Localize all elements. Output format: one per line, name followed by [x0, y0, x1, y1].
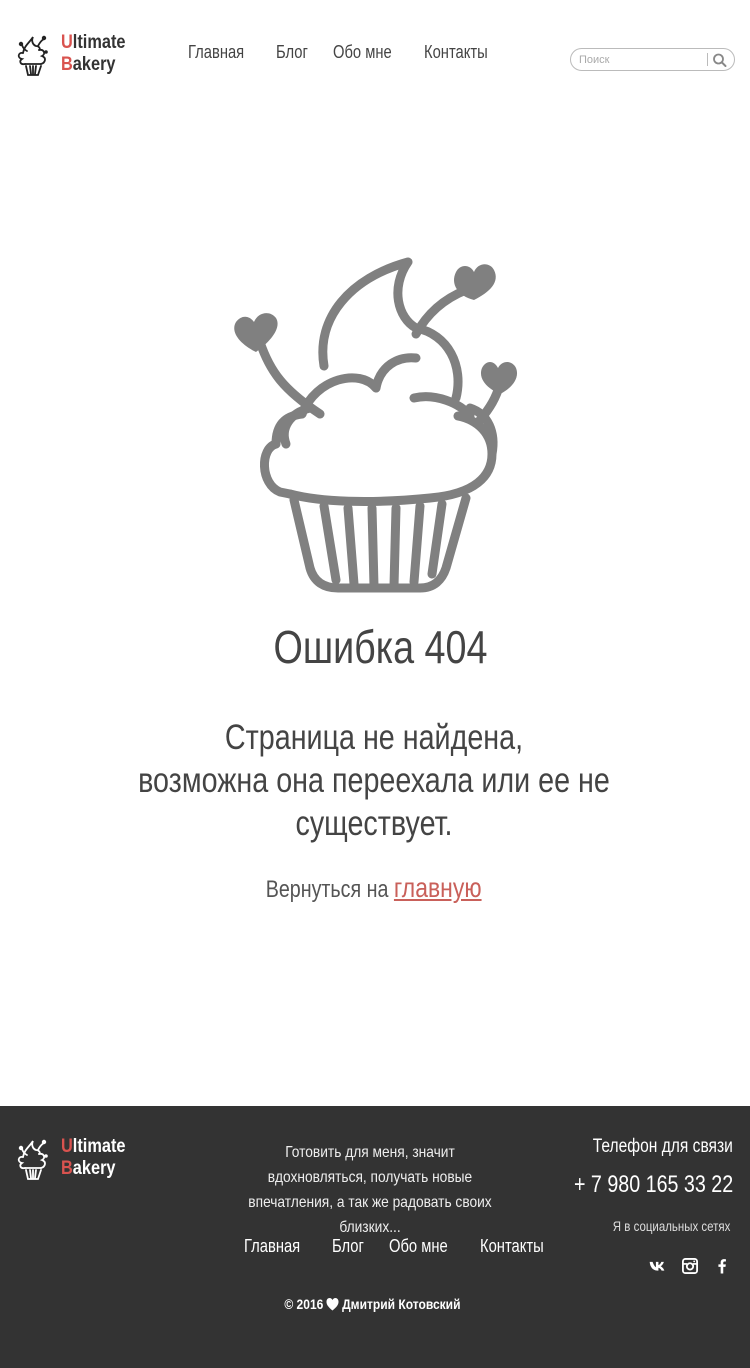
back-home-link[interactable]: главную [394, 872, 482, 903]
error-message-line-1: Страница не найдена, [224, 718, 524, 757]
site-header: Ultimate Bakery Главная Блог Обо мне Кон… [0, 0, 750, 110]
header-logo[interactable]: Ultimate Bakery [14, 32, 136, 76]
nav-item-blog[interactable]: Блог [276, 42, 308, 63]
footer-brand-accent-b: B [61, 1158, 73, 1179]
phone-number[interactable]: + 7 980 165 33 22 [574, 1171, 733, 1199]
vk-icon[interactable] [648, 1256, 668, 1276]
nav-item-about[interactable]: Обо мне [333, 42, 392, 63]
back-home: Вернуться на главную [0, 872, 748, 904]
error-title-text: Ошибка 404 [272, 621, 487, 673]
facebook-icon[interactable] [712, 1256, 732, 1276]
social-label: Я в социальных сетях [612, 1218, 730, 1234]
footer-nav-item-home[interactable]: Главная [244, 1236, 300, 1257]
footer-nav-item-about[interactable]: Обо мне [389, 1236, 448, 1257]
site-footer: Ultimate Bakery Готовить для меня, значи… [0, 1106, 750, 1368]
footer-logo[interactable]: Ultimate Bakery [14, 1136, 136, 1180]
cupcake-logo-icon [17, 35, 48, 76]
instagram-icon[interactable] [680, 1256, 700, 1276]
footer-nav-item-contacts[interactable]: Контакты [480, 1236, 544, 1257]
error-message: Страница не найдена, возможна она переех… [0, 716, 748, 845]
brand-word-2: akery [72, 54, 116, 75]
main-nav: Главная Блог Обо мне Контакты [188, 42, 521, 63]
error-title: Ошибка 404 [0, 620, 750, 674]
cupcake-illustration-icon [234, 257, 518, 593]
brand-accent-u: U [61, 32, 73, 53]
copyright-author: Дмитрий Котовский [341, 1296, 461, 1312]
brand-accent-b: B [61, 54, 73, 75]
nav-item-contacts[interactable]: Контакты [424, 42, 488, 63]
error-message-line-2: возможна она переехала или ее не существ… [138, 761, 610, 843]
copyright: © 2016 Дмитрий Котовский [0, 1296, 744, 1312]
copyright-year: © 2016 [283, 1296, 323, 1312]
copyright-inner: © 2016 Дмитрий Котовский [284, 1296, 460, 1312]
back-home-inner: Вернуться на главную [266, 872, 482, 904]
back-home-prefix: Вернуться на [266, 876, 389, 903]
search-input[interactable] [579, 51, 704, 68]
nav-item-home[interactable]: Главная [188, 42, 244, 63]
phone-label: Телефон для связи [592, 1136, 733, 1157]
footer-nav: Главная Блог Обо мне Контакты [244, 1236, 577, 1257]
footer-brand-word-2: akery [72, 1158, 116, 1179]
cupcake-logo-icon [17, 1139, 48, 1180]
brand-word-1: ltimate [72, 32, 126, 53]
search-divider [707, 53, 708, 66]
brand-name: Ultimate Bakery [61, 32, 125, 76]
footer-brand-name: Ultimate Bakery [61, 1136, 125, 1180]
footer-brand-accent-u: U [61, 1136, 73, 1157]
footer-about-text: Готовить для меня, значит вдохновляться,… [220, 1140, 520, 1240]
heart-icon [326, 1298, 339, 1311]
social-links [648, 1256, 732, 1276]
footer-about-content: Готовить для меня, значит вдохновляться,… [248, 1144, 492, 1236]
footer-nav-item-blog[interactable]: Блог [332, 1236, 364, 1257]
search-box [570, 48, 735, 71]
footer-brand-word-1: ltimate [72, 1136, 126, 1157]
search-icon[interactable] [711, 52, 729, 68]
